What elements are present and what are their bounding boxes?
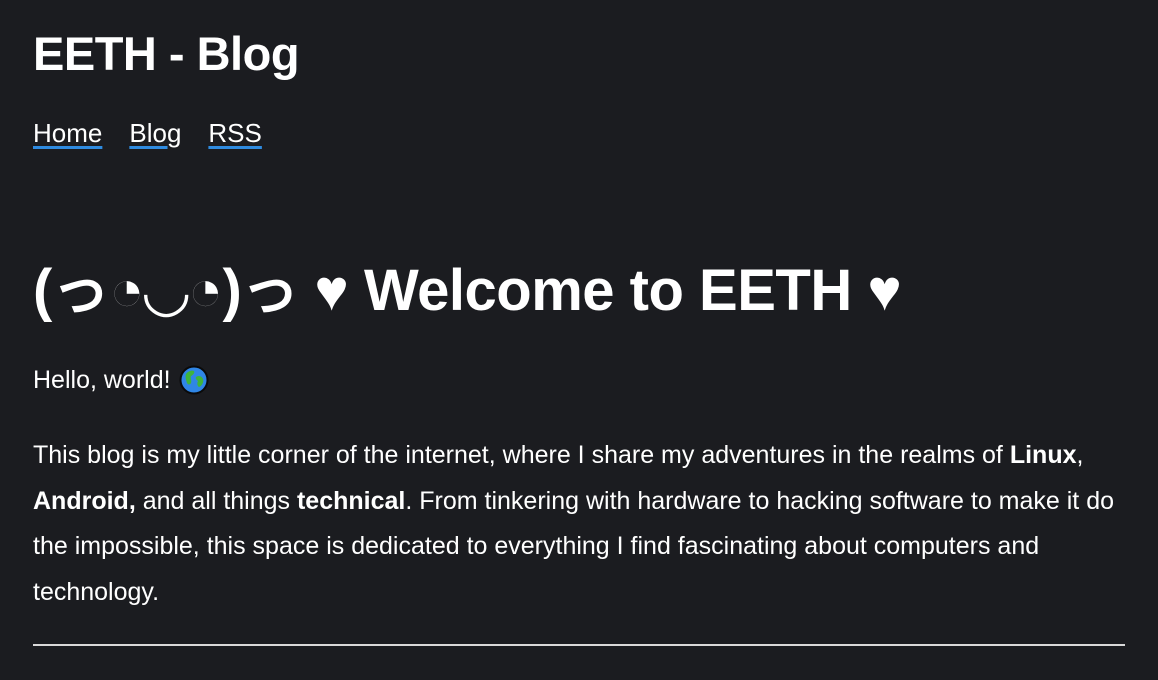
main-nav: Home Blog RSS	[33, 116, 262, 150]
hello-line: Hello, world!	[33, 363, 209, 397]
intro-separator: ,	[1076, 441, 1084, 469]
hello-text: Hello, world!	[33, 366, 171, 394]
intro-text-2: and all things	[135, 486, 297, 515]
nav-link-rss[interactable]: RSS	[208, 116, 261, 150]
nav-link-home[interactable]: Home	[33, 116, 102, 150]
intro-bold-linux: Linux	[1009, 441, 1077, 469]
intro-bold-technical: technical	[296, 486, 406, 515]
intro-bold-android: Android,	[33, 486, 136, 515]
site-title: EETH - Blog	[33, 27, 300, 80]
welcome-heading: (っ◔◡◔)っ ♥ Welcome to EETH ♥	[33, 258, 902, 323]
nav-link-blog[interactable]: Blog	[129, 116, 181, 150]
globe-icon	[179, 365, 209, 395]
intro-paragraph: This blog is my little corner of the int…	[33, 433, 1123, 615]
intro-text-1: This blog is my little corner of the int…	[33, 441, 1010, 469]
section-divider	[33, 644, 1125, 646]
